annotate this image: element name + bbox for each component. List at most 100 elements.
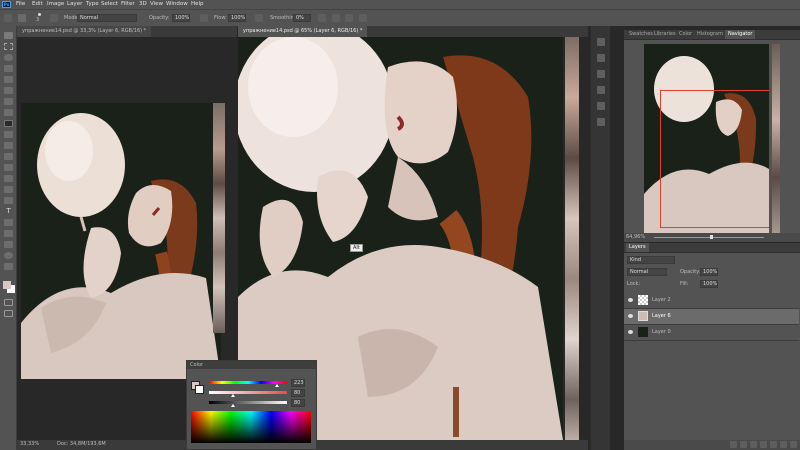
opacity-field[interactable]: 100% [172,14,190,22]
navigator-zoom-thumb[interactable] [710,235,713,239]
layer-row-layer-0[interactable]: Layer 0 [624,325,799,341]
menu-view[interactable]: View [150,1,163,7]
brush-settings-panel-icon[interactable] [597,102,605,110]
info-icon[interactable] [597,38,605,46]
tab-histogram[interactable]: Histogram [694,30,726,39]
tab-color[interactable]: Color [676,30,695,39]
new-layer-icon[interactable] [780,441,787,448]
slider-3-thumb[interactable] [231,404,236,407]
slider-1-thumb[interactable] [274,384,279,387]
frame-tool-icon[interactable] [4,87,13,94]
layer-row-layer-6[interactable]: Layer 6 [624,309,799,325]
blend-mode-dropdown[interactable]: Normal [627,268,667,276]
angle-icon[interactable] [332,14,340,22]
symmetry-icon[interactable] [359,14,367,22]
add-mask-icon[interactable] [750,441,757,448]
shape-tool-icon[interactable] [4,230,13,237]
quick-mask-icon[interactable] [4,299,13,306]
adjustments-icon[interactable] [597,70,605,78]
brush-tool-icon[interactable] [4,120,13,127]
menu-edit[interactable]: Edit [32,1,43,7]
fill-field[interactable]: 100% [700,280,718,288]
color-slider-2[interactable] [209,391,287,397]
brush-tool-preset-icon[interactable] [18,14,26,22]
tab-layers[interactable]: Layers [626,243,649,252]
layer-name[interactable]: Layer 0 [652,329,671,336]
brush-size-picker[interactable]: 3 [33,13,47,24]
color-panel-background[interactable] [195,385,204,394]
hand-tool-icon[interactable] [4,241,13,248]
color-spectrum[interactable] [191,411,311,443]
slider-3-value[interactable]: 80 [291,399,305,407]
eraser-tool-icon[interactable] [4,153,13,160]
styles-icon[interactable] [597,86,605,94]
zoom-tool-icon[interactable] [4,252,13,259]
adjustment-layer-icon[interactable] [760,441,767,448]
pen-tool-icon[interactable] [4,197,13,204]
crop-tool-icon[interactable] [4,76,13,83]
menu-type[interactable]: Type [86,1,99,7]
menu-file[interactable]: File [16,1,25,7]
brush-settings-icon[interactable] [50,14,58,22]
document-1-tab[interactable]: упражнение14.psd @ 33,3% (Layer 6, RGB/1… [17,26,152,37]
layer-name[interactable]: Layer 2 [652,297,671,304]
properties-icon[interactable] [597,54,605,62]
layer-filter-kind[interactable]: Kind [627,256,675,264]
type-tool-icon[interactable]: T [4,208,13,215]
layer-style-icon[interactable] [740,441,747,448]
menu-filter[interactable]: Filter [121,1,135,7]
delete-layer-icon[interactable] [790,441,797,448]
visibility-eye-icon[interactable] [628,330,633,334]
lasso-tool-icon[interactable] [4,54,13,61]
history-brush-tool-icon[interactable] [4,142,13,149]
history-icon[interactable] [597,118,605,126]
navigator-view-frame[interactable] [660,90,769,228]
canvas-artwork-small[interactable] [21,103,221,379]
menu-window[interactable]: Window [166,1,188,7]
navigator-preview[interactable] [644,44,769,234]
smoothing-options-icon[interactable] [318,14,326,22]
airbrush-icon[interactable] [255,14,263,22]
visibility-eye-icon[interactable] [628,314,633,318]
tab-libraries[interactable]: Libraries [651,30,679,39]
home-icon[interactable] [4,14,12,22]
pressure-opacity-icon[interactable] [200,14,208,22]
layer-row-layer-2[interactable]: Layer 2 [624,293,799,309]
screen-mode-icon[interactable] [4,310,13,317]
dodge-tool-icon[interactable] [4,186,13,193]
quick-select-tool-icon[interactable] [4,65,13,72]
document-2-tab[interactable]: упражнение14.psd @ 65% (Layer 6, RGB/16)… [238,26,368,37]
new-group-icon[interactable] [770,441,777,448]
flow-field[interactable]: 100% [228,14,246,22]
navigator-zoom-slider[interactable] [654,237,764,238]
pressure-size-icon[interactable] [345,14,353,22]
edit-toolbar-icon[interactable] [4,263,13,270]
layer-name[interactable]: Layer 6 [652,313,671,320]
foreground-color-swatch[interactable] [3,281,11,289]
marquee-tool-icon[interactable] [4,43,13,50]
path-select-tool-icon[interactable] [4,219,13,226]
menu-layer[interactable]: Layer [67,1,82,7]
slider-2-value[interactable]: 80 [291,389,305,397]
eyedropper-tool-icon[interactable] [4,98,13,105]
color-slider-3[interactable] [209,401,287,407]
menu-3d[interactable]: 3D [139,1,147,7]
mode-dropdown[interactable]: Normal [77,14,137,22]
menu-image[interactable]: Image [47,1,64,7]
slider-2-thumb[interactable] [231,394,236,397]
menu-help[interactable]: Help [191,1,204,7]
slider-1-value[interactable]: 223 [291,379,305,387]
gradient-tool-icon[interactable] [4,164,13,171]
color-slider-1[interactable] [209,381,287,387]
visibility-eye-icon[interactable] [628,298,633,302]
blur-tool-icon[interactable] [4,175,13,182]
layers-opacity-field[interactable]: 100% [700,268,718,276]
healing-tool-icon[interactable] [4,109,13,116]
move-tool-icon[interactable] [4,32,13,39]
smoothing-field[interactable]: 0% [293,14,311,22]
tab-navigator[interactable]: Navigator [725,30,756,39]
color-panel-header[interactable]: Color [187,361,316,369]
menu-select[interactable]: Select [101,1,118,7]
link-layers-icon[interactable] [730,441,737,448]
clone-stamp-tool-icon[interactable] [4,131,13,138]
